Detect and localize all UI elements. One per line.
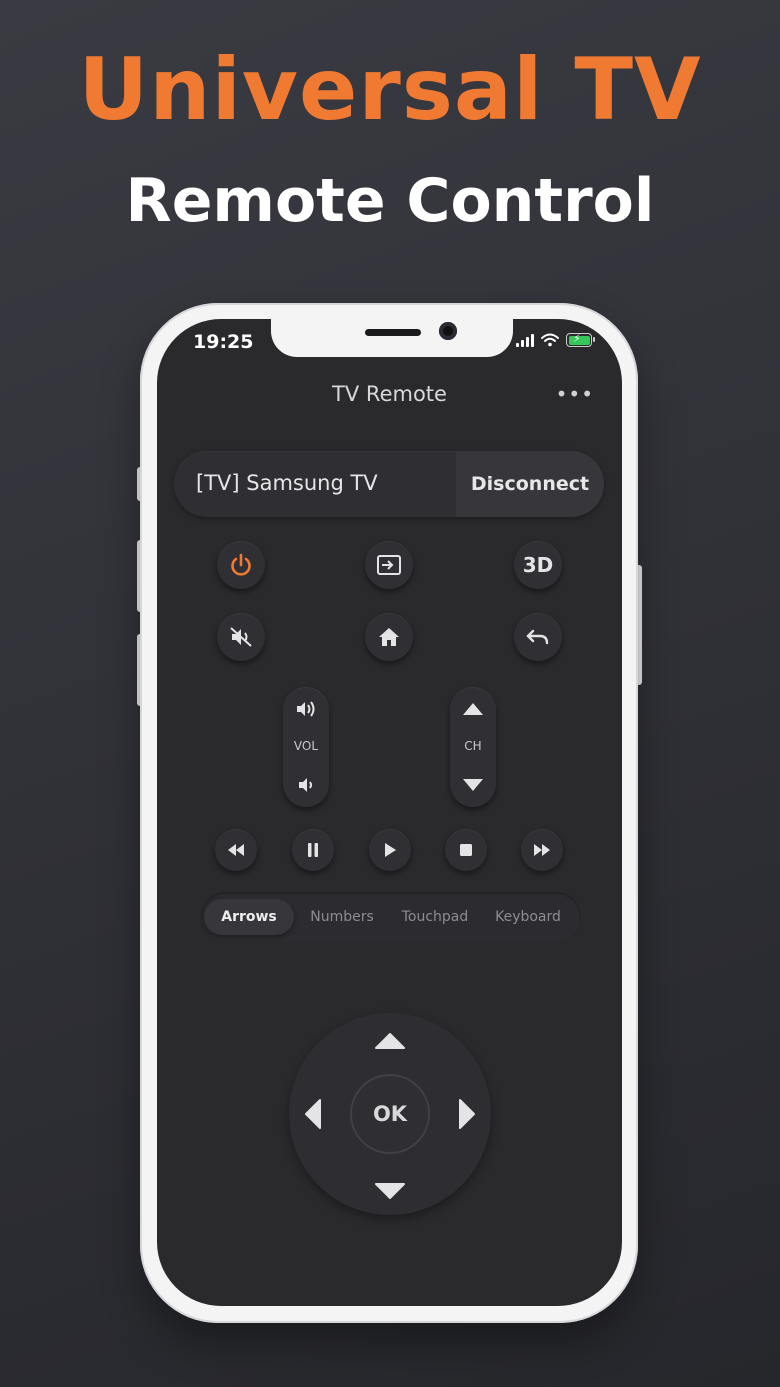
arrow-up-button[interactable] <box>374 1031 406 1051</box>
status-time: 19:25 <box>193 331 254 353</box>
fast-forward-button[interactable] <box>521 829 563 871</box>
3d-button[interactable]: 3D <box>514 541 562 589</box>
play-button[interactable] <box>369 829 411 871</box>
input-source-icon <box>377 555 401 575</box>
mute-button[interactable] <box>217 613 265 661</box>
volume-down-icon <box>299 778 312 792</box>
back-button[interactable] <box>514 613 562 661</box>
channel-up-button[interactable] <box>450 689 496 729</box>
status-icons: ⚡ <box>516 332 595 347</box>
rewind-button[interactable] <box>215 829 257 871</box>
arrow-right-button[interactable] <box>457 1098 477 1130</box>
phone-notch <box>271 319 513 357</box>
headline-remote-control: Remote Control <box>125 166 655 236</box>
headline-universal-tv: Universal TV <box>78 40 702 140</box>
device-name: [TV] Samsung TV <box>196 471 378 495</box>
disconnect-button[interactable]: Disconnect <box>456 451 604 517</box>
wifi-icon <box>541 333 559 347</box>
control-mode-tabs: Arrows Numbers Touchpad Keyboard <box>201 892 581 942</box>
channel-down-button[interactable] <box>450 765 496 805</box>
app-title: TV Remote <box>332 382 447 406</box>
pause-button[interactable] <box>292 829 334 871</box>
volume-label: VOL <box>293 739 319 753</box>
input-source-button[interactable] <box>365 541 413 589</box>
rewind-icon <box>228 844 244 856</box>
battery-icon: ⚡ <box>566 332 595 347</box>
phone-screen: 19:25 ⚡ TV Remote ••• [TV] Samsung TV Di… <box>157 319 622 1306</box>
camera-icon <box>439 322 457 340</box>
pause-icon <box>308 843 318 857</box>
power-button[interactable] <box>217 541 265 589</box>
volume-down-button[interactable] <box>283 765 329 805</box>
volume-rocker: VOL <box>283 687 329 807</box>
channel-label: CH <box>464 739 482 753</box>
tab-arrows[interactable]: Arrows <box>204 899 294 935</box>
channel-down-icon <box>463 779 483 791</box>
connected-device-bar: [TV] Samsung TV Disconnect <box>174 451 604 517</box>
mute-icon <box>230 627 252 647</box>
tab-touchpad[interactable]: Touchpad <box>390 899 480 935</box>
tab-numbers[interactable]: Numbers <box>297 899 387 935</box>
channel-rocker: CH <box>450 687 496 807</box>
back-icon <box>526 629 549 645</box>
stop-button[interactable] <box>445 829 487 871</box>
more-options-button[interactable]: ••• <box>556 382 594 406</box>
3d-label: 3D <box>522 553 554 577</box>
stop-icon <box>460 844 472 856</box>
directional-pad: OK <box>289 1013 491 1215</box>
play-icon <box>385 843 396 857</box>
fast-forward-icon <box>534 844 550 856</box>
speaker-grille <box>365 329 421 336</box>
channel-up-icon <box>463 703 483 715</box>
arrow-left-button[interactable] <box>303 1098 323 1130</box>
home-button[interactable] <box>365 613 413 661</box>
ok-button[interactable]: OK <box>350 1074 430 1154</box>
volume-up-button[interactable] <box>283 689 329 729</box>
tab-keyboard[interactable]: Keyboard <box>483 899 573 935</box>
arrow-down-button[interactable] <box>374 1181 406 1201</box>
volume-up-icon <box>297 701 315 717</box>
home-icon <box>379 628 399 646</box>
signal-icon <box>516 333 534 347</box>
power-icon <box>231 553 251 576</box>
